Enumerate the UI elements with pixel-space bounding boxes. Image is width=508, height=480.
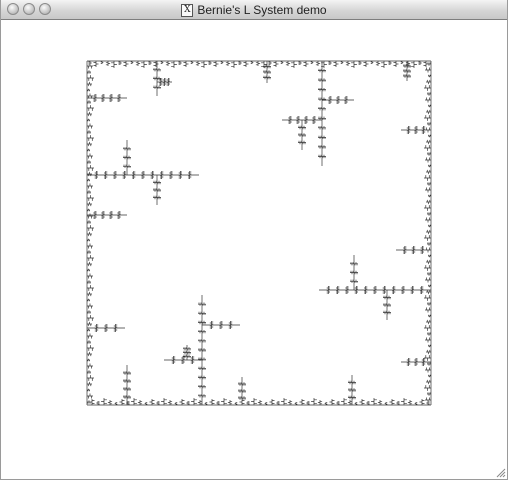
app-window: X Bernie's L System demo: [0, 0, 508, 480]
window-title: X Bernie's L System demo: [1, 0, 507, 20]
lsystem-canvas: [86, 60, 432, 406]
title-bar[interactable]: X Bernie's L System demo: [1, 0, 507, 20]
x11-icon: X: [181, 3, 194, 17]
window-title-text: Bernie's L System demo: [197, 3, 327, 17]
resize-grip-icon[interactable]: [494, 466, 506, 478]
fractal-path: [86, 60, 432, 406]
drawing-area: [2, 20, 507, 478]
